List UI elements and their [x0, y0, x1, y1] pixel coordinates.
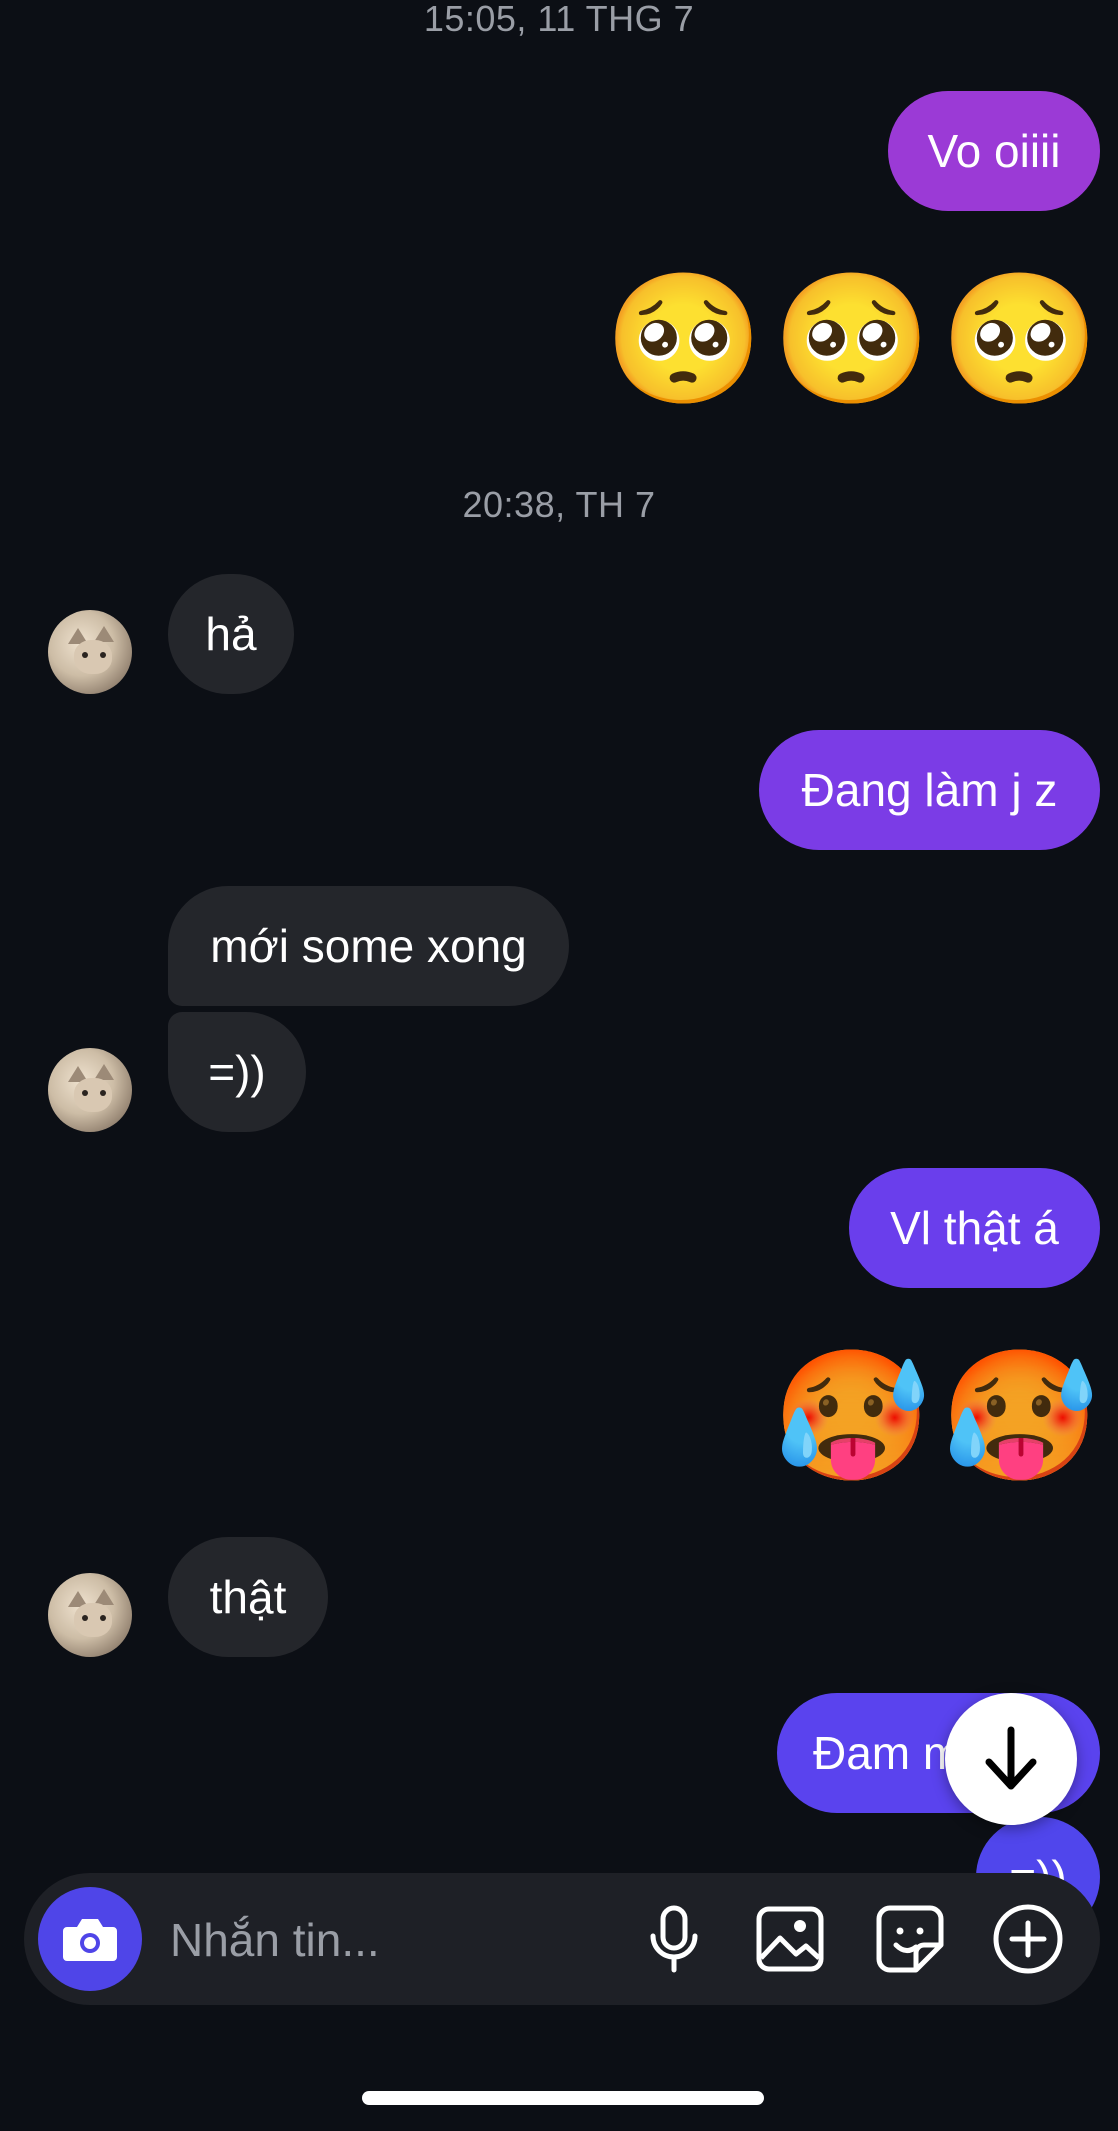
outgoing-message-text: Đam m	[813, 1727, 962, 1779]
emoji-pleading[interactable]: 🥺	[604, 265, 763, 415]
scroll-to-bottom-button[interactable]	[945, 1693, 1077, 1825]
sticker-icon	[876, 1905, 944, 1973]
gallery-button[interactable]	[750, 1899, 830, 1979]
more-button[interactable]	[988, 1899, 1068, 1979]
camera-icon	[63, 1919, 117, 1961]
camera-button[interactable]	[38, 1887, 142, 1991]
voice-button[interactable]	[634, 1899, 714, 1979]
timestamp: 20:38, TH 7	[462, 484, 656, 525]
avatar[interactable]	[48, 610, 132, 694]
emoji-pleading[interactable]: 🥺	[772, 265, 931, 415]
arrow-down-icon	[985, 1726, 1037, 1790]
emoji-pleading[interactable]: 🥺	[940, 265, 1099, 415]
incoming-message[interactable]: =))	[168, 1012, 306, 1132]
outgoing-message[interactable]: Vo oiiii	[888, 91, 1100, 211]
home-indicator	[362, 2091, 764, 2105]
plus-icon	[993, 1904, 1063, 1974]
emoji-hot-face[interactable]: 🥵	[772, 1342, 931, 1492]
sticker-button[interactable]	[870, 1899, 950, 1979]
message-composer	[24, 1873, 1100, 2005]
incoming-message[interactable]: mới some xong	[168, 886, 569, 1006]
message-input[interactable]	[168, 1899, 612, 1981]
incoming-message[interactable]: thật	[168, 1537, 328, 1657]
outgoing-message[interactable]: Đang làm j z	[759, 730, 1100, 850]
gallery-icon	[756, 1906, 824, 1972]
emoji-hot-face[interactable]: 🥵	[940, 1342, 1099, 1492]
avatar[interactable]	[48, 1048, 132, 1132]
chat-screen: 15:05, 11 THG 7 Vo oiiii 🥺 🥺 🥺 20:38, TH…	[0, 0, 1118, 2131]
avatar[interactable]	[48, 1573, 132, 1657]
incoming-message[interactable]: hả	[168, 574, 294, 694]
microphone-icon	[650, 1905, 698, 1973]
outgoing-message[interactable]: Vl thật á	[849, 1168, 1100, 1288]
timestamp: 15:05, 11 THG 7	[423, 0, 695, 39]
